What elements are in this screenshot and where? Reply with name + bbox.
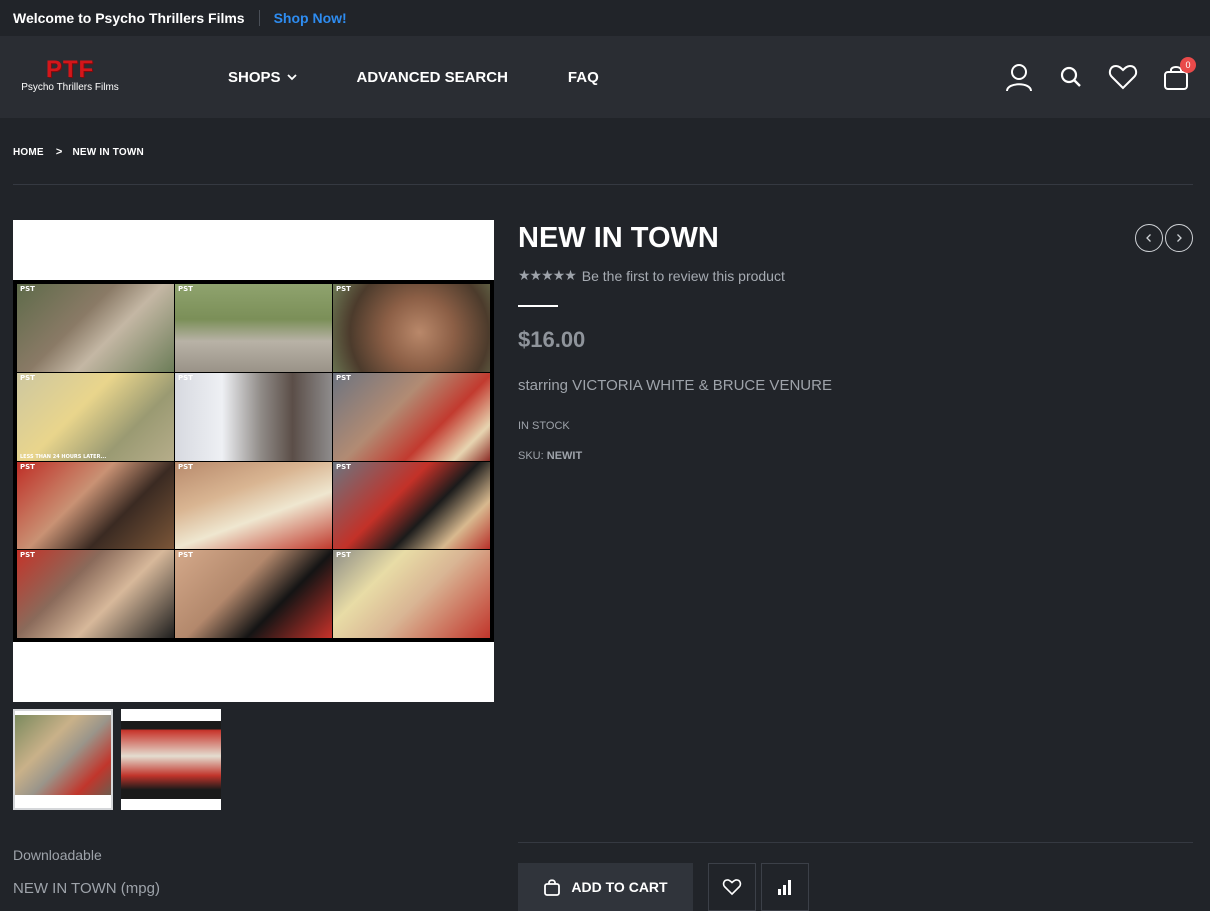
thumbnail-2[interactable] [121,709,221,810]
top-bar: Welcome to Psycho Thrillers Films Shop N… [0,0,1210,36]
frame-thumb: PST [333,461,490,550]
shop-now-link[interactable]: Shop Now! [274,10,347,26]
thumbnail-strip [13,709,229,810]
frame-label: PST [336,373,351,382]
frame-label: PST [336,551,351,560]
nav-shops-label: SHOPS [228,68,281,86]
downloadable-heading: Downloadable [13,847,102,863]
wishlist-heart-icon[interactable] [1108,63,1138,91]
frame-thumb: PST [17,461,174,550]
thumbnail-image [15,715,111,795]
product-price: $16.00 [518,327,586,352]
frame-label: PST [178,551,193,560]
frame-thumb: PST [17,284,174,372]
cart-icon[interactable]: 0 [1162,57,1196,91]
main-nav: SHOPS ADVANCED SEARCH FAQ [228,36,659,118]
downloadable-item[interactable]: NEW IN TOWN (mpg) [13,880,160,897]
frame-label: PST [20,285,35,293]
product-rating: ★★★★★ Be the first to review this produc… [518,267,785,284]
add-to-cart-button[interactable]: ADD TO CART [518,863,693,911]
frame-caption: LESS THAN 24 HOURS LATER... [20,453,107,460]
divider [518,842,1193,843]
chevron-down-icon [286,74,297,81]
site-header: PTF Psycho Thrillers Films SHOPS ADVANCE… [0,36,1210,118]
frame-thumb: PST [333,550,490,638]
logo-text: Psycho Thrillers Films [21,82,119,93]
frame-thumb: PST [175,550,332,638]
add-to-cart-label: ADD TO CART [571,879,668,895]
review-link[interactable]: Be the first to review this product [582,268,785,284]
add-to-wishlist-button[interactable] [708,863,756,911]
frame-thumb: PST LESS THAN 24 HOURS LATER... [17,372,174,461]
frame-thumb: PST [17,550,174,638]
divider [258,10,260,26]
product-pager [1133,224,1193,252]
frame-label: PST [178,462,193,471]
frame-thumb: PST [175,461,332,550]
header-icons: 0 [980,36,1196,118]
logo-mark: PTF [45,56,95,83]
site-logo[interactable]: PTF Psycho Thrillers Films [20,56,120,94]
chevron-left-icon [1146,234,1151,242]
breadcrumb-separator: > [55,146,63,158]
welcome-text: Welcome to Psycho Thrillers Films [13,10,245,26]
contact-sheet-grid: PST PST PST PST LESS THAN 24 HOURS LATER.… [13,280,494,642]
frame-thumb: PST [175,372,332,461]
sku-label: SKU: [518,450,544,462]
add-to-compare-button[interactable] [761,863,809,911]
frame-thumb: PST [175,284,332,372]
thumbnail-1[interactable] [13,709,113,810]
product-main-image[interactable]: PST PST PST PST LESS THAN 24 HOURS LATER.… [13,220,494,702]
nav-advanced-search[interactable]: ADVANCED SEARCH [357,69,508,86]
user-icon[interactable] [1004,62,1034,92]
frame-label: PST [20,551,35,560]
next-product-button[interactable] [1165,224,1193,252]
frame-label: PST [20,462,35,471]
bar-chart-icon [778,880,791,895]
frame-thumb: PST [333,372,490,461]
frame-label: PST [178,285,193,293]
breadcrumb: HOME > NEW IN TOWN [13,146,144,158]
previous-product-button[interactable] [1135,224,1163,252]
search-icon[interactable] [1058,64,1084,90]
heart-icon [722,879,742,896]
product-description: starring VICTORIA WHITE & BRUCE VENURE [518,377,832,394]
stock-status: IN STOCK [518,420,570,432]
frame-thumb: PST [333,284,490,372]
breadcrumb-home[interactable]: HOME [13,147,44,158]
shopping-bag-icon [543,878,561,896]
nav-faq[interactable]: FAQ [568,69,599,86]
rating-stars: ★★★★★ [518,267,577,283]
product-sku: SKU: NEWIT [518,450,582,462]
frame-label: PST [20,373,35,382]
frame-label: PST [178,373,193,382]
frame-label: PST [336,285,351,293]
divider [518,305,558,307]
breadcrumb-current: NEW IN TOWN [72,146,144,158]
frame-label: PST [336,462,351,471]
chevron-right-icon [1177,234,1182,242]
sku-value: NEWIT [546,450,583,462]
product-title: NEW IN TOWN [518,222,719,254]
cart-count-badge: 0 [1180,57,1196,73]
thumbnail-image [121,721,221,799]
nav-shops[interactable]: SHOPS [228,69,297,86]
divider [13,184,1193,185]
